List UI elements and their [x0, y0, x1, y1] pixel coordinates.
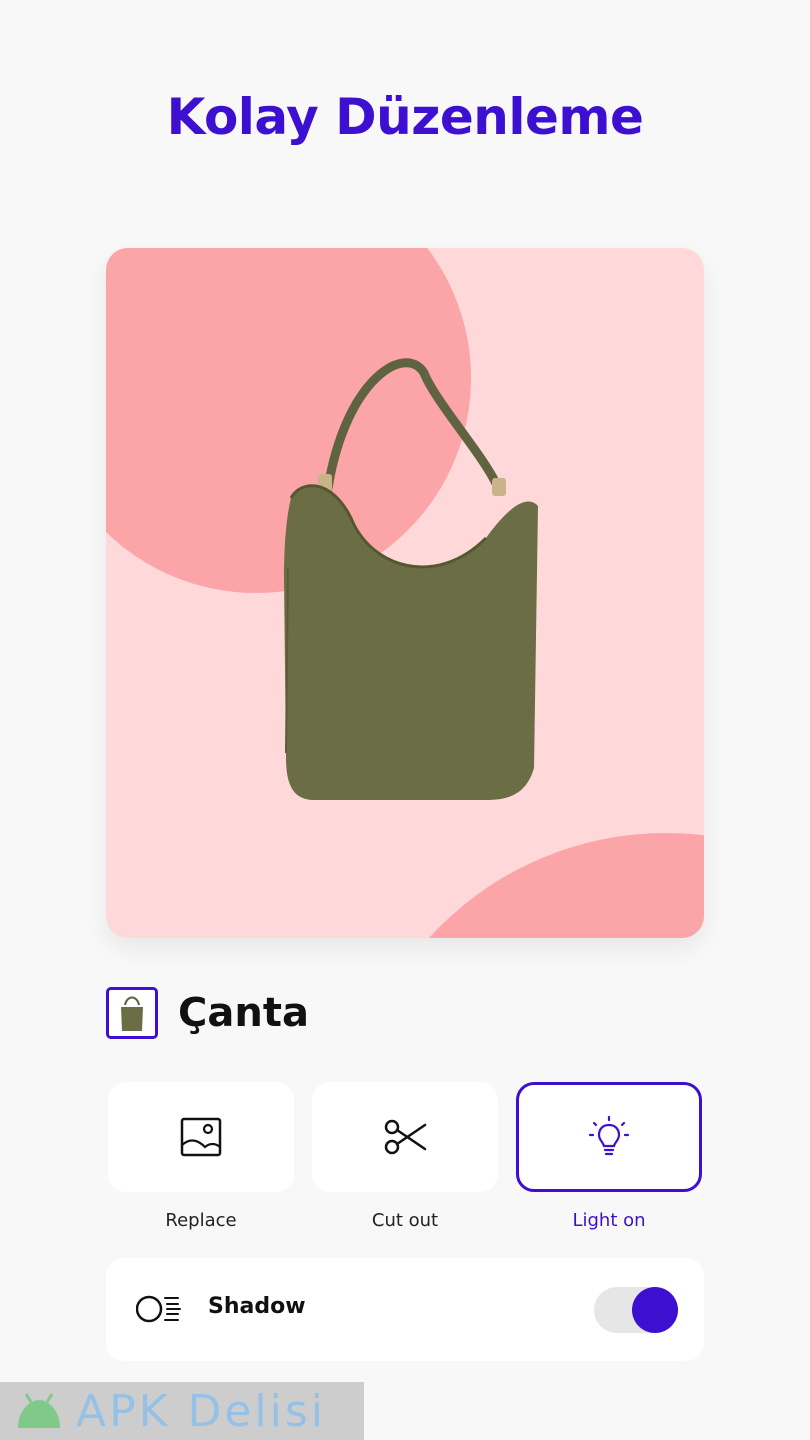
shadow-label: Shadow — [208, 1294, 306, 1319]
preview-artwork — [106, 248, 704, 938]
toggle-knob — [632, 1287, 678, 1333]
decor-circle-bottom — [429, 833, 704, 938]
product-thumbnail[interactable] — [106, 987, 158, 1039]
bag-thumbnail-icon — [121, 996, 143, 1031]
product-preview[interactable] — [106, 248, 704, 938]
scissors-icon — [384, 1119, 427, 1155]
shadow-icon — [136, 1295, 181, 1323]
replace-button[interactable] — [108, 1082, 294, 1192]
watermark: APK Delisi — [0, 1382, 364, 1440]
watermark-text: APK Delisi — [76, 1386, 327, 1437]
android-icon — [18, 1393, 60, 1428]
product-row: Çanta — [106, 984, 309, 1042]
cut-out-button[interactable] — [312, 1082, 498, 1192]
replace-label: Replace — [165, 1210, 237, 1231]
replace-image-icon — [180, 1117, 222, 1157]
product-name: Çanta — [178, 990, 309, 1036]
cut-out-label: Cut out — [371, 1210, 439, 1231]
shadow-toggle[interactable] — [594, 1287, 678, 1333]
light-on-button[interactable] — [516, 1082, 702, 1192]
shadow-setting: Shadow — [106, 1258, 704, 1361]
lightbulb-icon — [588, 1115, 630, 1156]
page-title: Kolay Düzenleme — [166, 88, 644, 146]
light-on-label: Light on — [572, 1210, 646, 1231]
